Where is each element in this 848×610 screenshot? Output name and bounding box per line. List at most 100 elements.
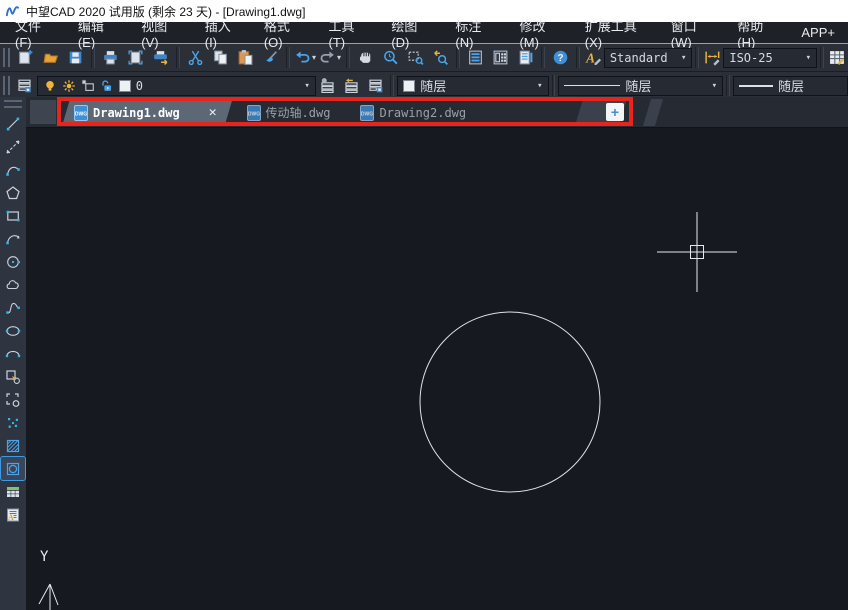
dropdown-caret-icon[interactable]: ▾ — [337, 53, 341, 62]
chevron-down-icon[interactable]: ▾ — [304, 81, 309, 91]
menu-item[interactable]: APP+ — [788, 22, 848, 43]
design-center-icon[interactable] — [488, 46, 513, 69]
layer-combobox[interactable]: 0 ▾ — [37, 76, 316, 96]
document-tab[interactable]: DWG 传动轴.dwg — [235, 99, 347, 126]
help-icon[interactable] — [548, 46, 573, 69]
new-icon[interactable] — [13, 46, 38, 69]
insert-block-tool[interactable] — [1, 365, 25, 388]
layer-properties-manager-icon[interactable] — [13, 74, 37, 97]
dropdown-caret-icon[interactable]: ▾ — [312, 53, 316, 62]
zoom-previous-icon[interactable] — [428, 46, 453, 69]
hatch-tool[interactable] — [1, 434, 25, 457]
lineweight-value: 随层 — [778, 76, 804, 95]
point-tool[interactable] — [1, 411, 25, 434]
menu-item[interactable]: 修改(M) — [506, 22, 571, 43]
print-icon[interactable] — [98, 46, 123, 69]
menu-item[interactable]: 标注(N) — [442, 22, 506, 43]
ellipse-arc-tool[interactable] — [1, 342, 25, 365]
tabbar-corner — [30, 100, 56, 124]
layer-freeze-sun-icon[interactable] — [62, 79, 76, 93]
zoom-realtime-icon[interactable] — [378, 46, 403, 69]
toolbar-separator — [695, 47, 699, 68]
arc-tool[interactable] — [1, 227, 25, 250]
text-style-value: Standard — [610, 51, 668, 65]
chevron-down-icon[interactable]: ▾ — [681, 53, 686, 63]
menu-item[interactable]: 编辑(E) — [65, 22, 128, 43]
color-control-combobox[interactable]: 随层 ▾ — [397, 76, 548, 96]
spline-tool[interactable] — [1, 296, 25, 319]
save-icon[interactable] — [63, 46, 88, 69]
svg-text:DWG: DWG — [361, 111, 373, 117]
dimension-style-icon[interactable] — [702, 46, 723, 69]
dimension-style-combobox[interactable]: ISO-25 ▾ — [723, 48, 817, 68]
menu-item[interactable]: 帮助(H) — [724, 22, 788, 43]
text-style-combobox[interactable]: Standard ▾ — [604, 48, 693, 68]
chevron-down-icon[interactable]: ▾ — [806, 53, 811, 63]
print-preview-icon[interactable] — [123, 46, 148, 69]
linetype-control-combobox[interactable]: 随层 ▾ — [558, 76, 723, 96]
tool-palettes-icon[interactable] — [513, 46, 538, 69]
construction-line-tool[interactable] — [1, 135, 25, 158]
drawn-circle[interactable] — [420, 312, 600, 492]
dwg-file-icon: DWG — [74, 105, 88, 121]
table-style-icon[interactable] — [827, 46, 848, 69]
match-properties-icon[interactable] — [258, 46, 283, 69]
cut-icon[interactable] — [183, 46, 208, 69]
menu-item[interactable]: 视图(V) — [128, 22, 191, 43]
menu-item[interactable]: 工具(T) — [316, 22, 379, 43]
chevron-down-icon[interactable]: ▾ — [537, 81, 542, 91]
menu-item[interactable]: 绘图(D) — [378, 22, 442, 43]
document-tab[interactable]: DWG Drawing2.dwg — [348, 99, 482, 126]
pan-icon[interactable] — [353, 46, 378, 69]
menu-item[interactable]: 文件(F) — [2, 22, 65, 43]
table-tool[interactable] — [1, 480, 25, 503]
menu-item[interactable]: 扩展工具(X) — [572, 22, 658, 43]
tab-close-icon[interactable]: ✕ — [209, 105, 217, 120]
make-object-layer-current-icon[interactable] — [316, 74, 340, 97]
rectangle-tool[interactable] — [1, 204, 25, 227]
paste-icon[interactable] — [233, 46, 258, 69]
toolbar-grip[interactable] — [3, 76, 10, 95]
menu-item[interactable]: 格式(O) — [251, 22, 316, 43]
tab-label: Drawing1.dwg — [93, 106, 180, 120]
make-block-tool[interactable] — [1, 388, 25, 411]
layer-states-manager-icon[interactable] — [363, 74, 387, 97]
chevron-down-icon[interactable]: ▾ — [712, 81, 717, 91]
layer-unlock-icon[interactable] — [100, 79, 114, 93]
polygon-tool[interactable] — [1, 181, 25, 204]
mtext-tool[interactable] — [1, 503, 25, 526]
toolbar-separator — [346, 47, 350, 68]
undo-icon[interactable]: ▾ — [293, 46, 318, 69]
circle-tool[interactable] — [1, 250, 25, 273]
menu-item[interactable]: 窗口(W) — [658, 22, 725, 43]
layer-color-swatch[interactable] — [119, 80, 131, 92]
ellipse-tool[interactable] — [1, 319, 25, 342]
menu-item[interactable]: 插入(I) — [192, 22, 251, 43]
zoom-window-icon[interactable] — [403, 46, 428, 69]
lineweight-control-combobox[interactable]: 随层 — [733, 76, 848, 96]
layer-on-bulb-icon[interactable] — [43, 79, 57, 93]
redo-icon[interactable]: ▾ — [318, 46, 343, 69]
text-style-icon[interactable] — [583, 46, 604, 69]
open-icon[interactable] — [38, 46, 63, 69]
copy-icon[interactable] — [208, 46, 233, 69]
dimension-style-value: ISO-25 — [729, 51, 772, 65]
plot-icon[interactable] — [148, 46, 173, 69]
toolbar-grip[interactable] — [3, 48, 10, 67]
linetype-value: 随层 — [625, 76, 651, 95]
polyline-tool[interactable] — [1, 158, 25, 181]
menu-bar: 文件(F) 编辑(E) 视图(V) 插入(I) 格式(O) 工具(T) 绘图(D… — [0, 22, 848, 43]
drawing-canvas[interactable]: Y — [26, 128, 848, 610]
current-color-swatch — [403, 80, 415, 92]
toolbar-separator — [726, 75, 730, 96]
properties-palette-icon[interactable] — [463, 46, 488, 69]
viewport-freeze-icon[interactable] — [81, 79, 95, 93]
line-tool[interactable] — [1, 112, 25, 135]
new-tab-button[interactable]: + — [606, 103, 624, 121]
svg-text:DWG: DWG — [247, 111, 259, 117]
toolbar-grip[interactable] — [4, 100, 22, 108]
layer-previous-icon[interactable] — [340, 74, 364, 97]
region-tool[interactable] — [1, 457, 25, 480]
document-tab[interactable]: DWG Drawing1.dwg ✕ — [62, 99, 233, 126]
revision-cloud-tool[interactable] — [1, 273, 25, 296]
